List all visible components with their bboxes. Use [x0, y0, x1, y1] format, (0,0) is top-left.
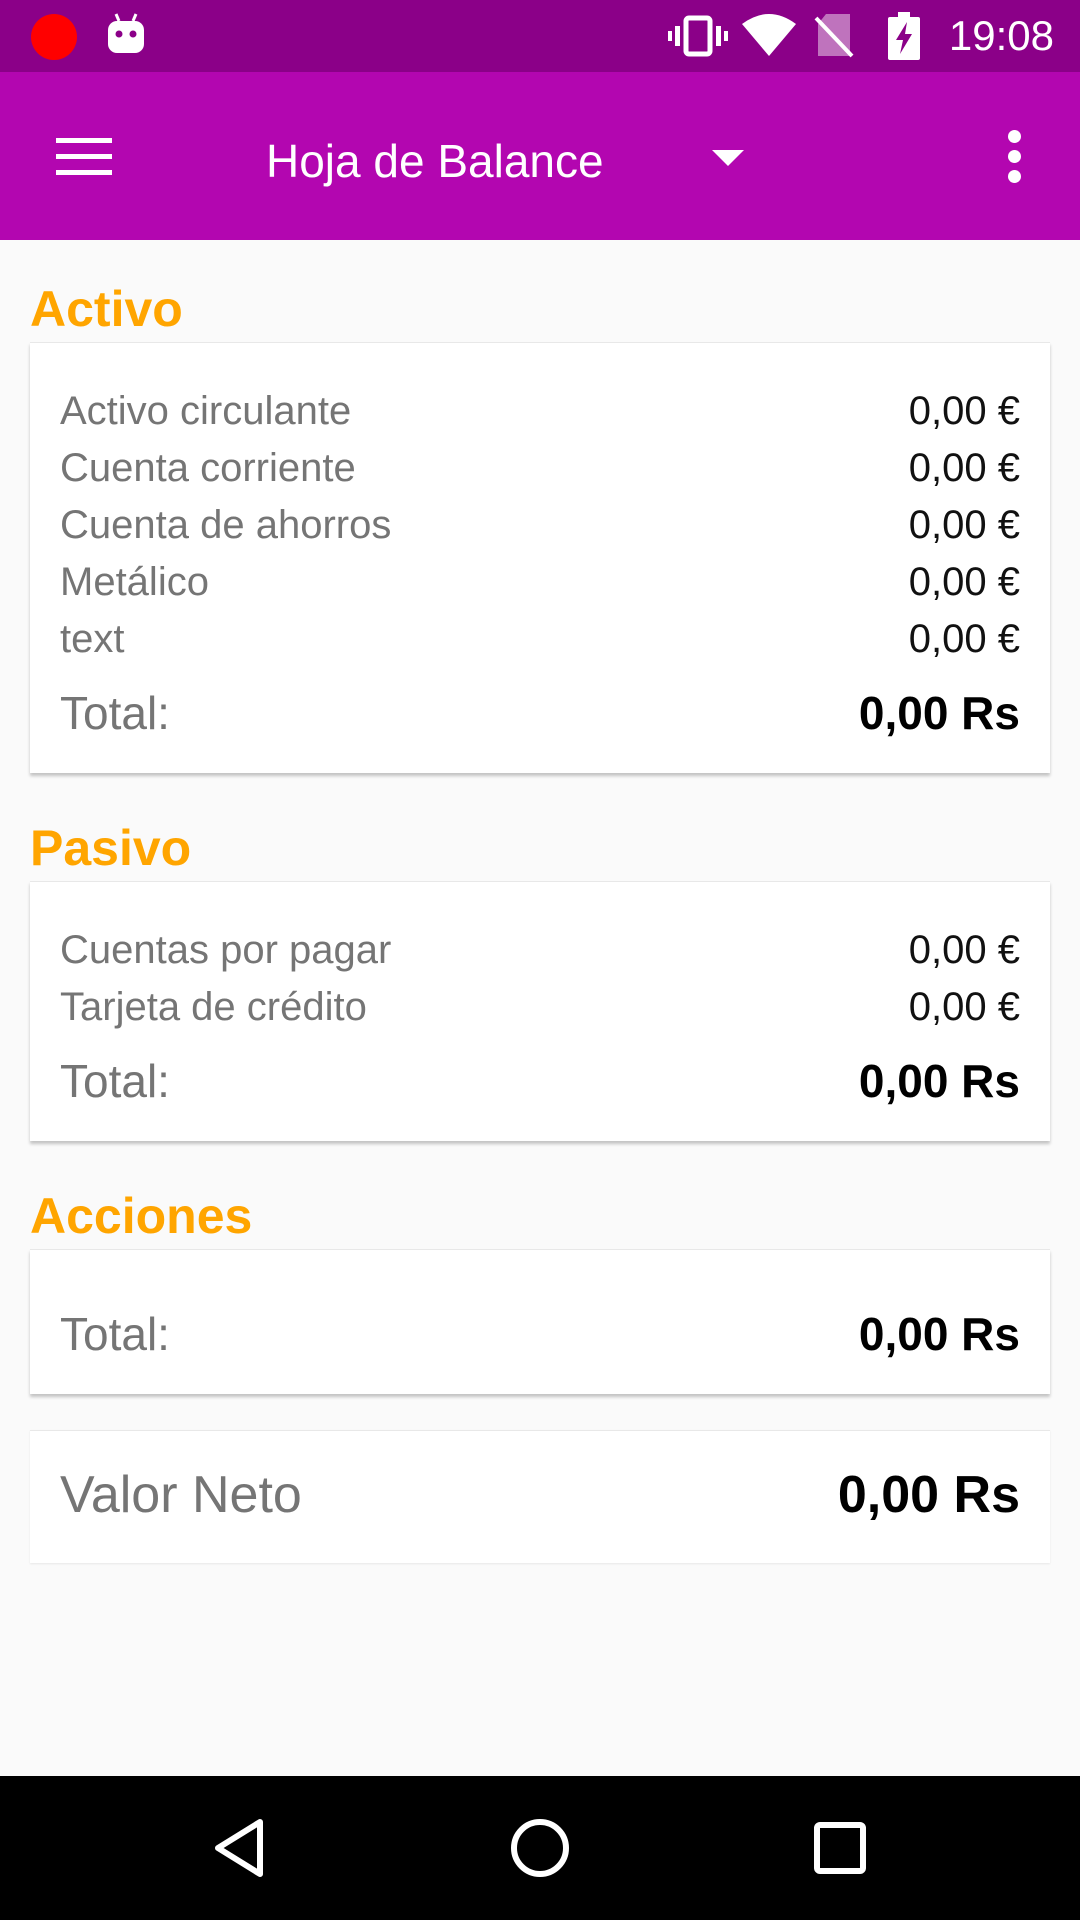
item-label: text	[60, 617, 125, 661]
net-worth-row: Valor Neto 0,00 Rs	[60, 1460, 1020, 1530]
total-label: Total:	[60, 687, 170, 739]
total-value: 0,00 Rs	[858, 687, 1020, 739]
back-icon	[215, 1819, 263, 1877]
item-label: Cuentas por pagar	[60, 928, 392, 972]
list-item[interactable]: text 0,00 €	[60, 611, 1020, 668]
record-dot-icon	[31, 14, 77, 60]
sheet-selector-dropdown[interactable]: Hoja de Balance	[250, 108, 770, 204]
vibrate-icon	[668, 15, 728, 57]
item-value: 0,00 €	[908, 503, 1020, 547]
net-worth-card: Valor Neto 0,00 Rs	[30, 1430, 1050, 1563]
menu-icon	[56, 138, 112, 143]
status-bar: 19:08	[0, 0, 1080, 72]
item-label: Metálico	[60, 560, 209, 604]
item-label: Activo circulante	[60, 389, 352, 433]
net-worth-label: Valor Neto	[60, 1466, 302, 1524]
battery-charging-icon	[888, 12, 920, 60]
item-value: 0,00 €	[908, 985, 1020, 1029]
acciones-card: Total: 0,00 Rs	[30, 1249, 1050, 1394]
total-value: 0,00 Rs	[858, 1055, 1020, 1107]
android-icon	[108, 13, 144, 53]
recents-button[interactable]	[798, 1806, 882, 1890]
more-options-button[interactable]	[988, 120, 1038, 192]
list-item[interactable]: Cuenta de ahorros 0,00 €	[60, 497, 1020, 554]
list-item[interactable]: Cuenta corriente 0,00 €	[60, 440, 1020, 497]
list-item[interactable]: Tarjeta de crédito 0,00 €	[60, 979, 1020, 1036]
menu-button[interactable]	[42, 118, 126, 194]
item-label: Cuenta de ahorros	[60, 503, 392, 547]
activo-card: Activo circulante 0,00 € Cuenta corrient…	[30, 342, 1050, 773]
page-title: Hoja de Balance	[266, 135, 604, 187]
item-label: Tarjeta de crédito	[60, 985, 367, 1029]
net-worth-value: 0,00 Rs	[837, 1466, 1020, 1524]
item-value: 0,00 €	[908, 928, 1020, 972]
pasivo-card: Cuentas por pagar 0,00 € Tarjeta de créd…	[30, 881, 1050, 1141]
total-row: Total: 0,00 Rs	[60, 683, 1020, 743]
section-title-pasivo: Pasivo	[30, 820, 192, 876]
item-label: Cuenta corriente	[60, 446, 356, 490]
section-title-acciones: Acciones	[30, 1188, 253, 1244]
app-bar: Hoja de Balance	[0, 72, 1080, 240]
dropdown-arrow-icon	[712, 150, 744, 166]
home-icon	[511, 1819, 569, 1877]
list-item[interactable]: Metálico 0,00 €	[60, 554, 1020, 611]
item-value: 0,00 €	[908, 560, 1020, 604]
item-value: 0,00 €	[908, 617, 1020, 661]
navigation-bar	[0, 1776, 1080, 1920]
list-item[interactable]: Activo circulante 0,00 €	[60, 383, 1020, 440]
total-label: Total:	[60, 1308, 170, 1360]
section-title-activo: Activo	[30, 281, 183, 337]
home-button[interactable]	[498, 1806, 582, 1890]
total-value: 0,00 Rs	[858, 1308, 1020, 1360]
item-value: 0,00 €	[908, 389, 1020, 433]
item-value: 0,00 €	[908, 446, 1020, 490]
no-sim-icon	[814, 14, 854, 58]
total-label: Total:	[60, 1055, 170, 1107]
wifi-icon	[742, 14, 796, 56]
total-row: Total: 0,00 Rs	[60, 1304, 1020, 1364]
recents-icon	[814, 1822, 866, 1874]
more-vert-icon	[1008, 130, 1021, 143]
list-item[interactable]: Cuentas por pagar 0,00 €	[60, 922, 1020, 979]
total-row: Total: 0,00 Rs	[60, 1051, 1020, 1111]
status-clock: 19:08	[948, 12, 1054, 59]
back-button[interactable]	[198, 1806, 282, 1890]
